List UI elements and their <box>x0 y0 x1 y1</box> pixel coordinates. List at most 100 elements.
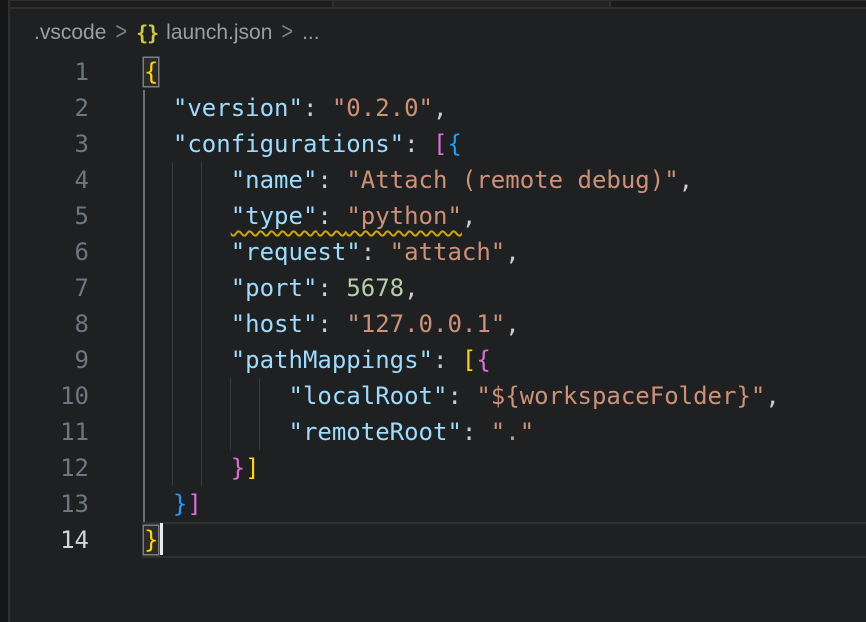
tab-3[interactable] <box>609 1 866 7</box>
text-cursor <box>160 523 163 555</box>
line-number[interactable]: 5 <box>12 198 89 234</box>
code-token: } <box>173 490 187 518</box>
code-token <box>144 310 231 338</box>
code-token: , <box>679 166 693 194</box>
code-lines: 1{2 "version": "0.2.0",3 "configurations… <box>12 54 866 558</box>
code-token: "127.0.0.1" <box>346 310 505 338</box>
code-line[interactable]: 5 "type": "python", <box>12 198 866 234</box>
tab-1[interactable] <box>10 1 332 7</box>
code-line[interactable]: 3 "configurations": [{ <box>12 126 866 162</box>
code-token: "." <box>491 418 534 446</box>
line-content: "host": "127.0.0.1", <box>144 306 866 342</box>
code-line[interactable]: 1{ <box>12 54 866 90</box>
code-token: "python" <box>346 202 462 230</box>
code-token: , <box>462 202 476 230</box>
editor-left-edge <box>0 0 10 622</box>
tab-2[interactable] <box>332 1 609 7</box>
line-content: "port": 5678, <box>144 270 866 306</box>
code-token: : <box>317 274 346 302</box>
code-token: , <box>404 274 418 302</box>
code-token <box>144 418 289 446</box>
code-token: : <box>447 382 476 410</box>
code-token: : <box>462 418 491 446</box>
json-file-icon: {} <box>136 21 158 45</box>
breadcrumb-item-symbol[interactable]: ... <box>302 21 320 45</box>
line-number[interactable]: 7 <box>12 270 89 306</box>
code-token: "type" <box>231 202 318 230</box>
line-number[interactable]: 6 <box>12 234 89 270</box>
line-number[interactable]: 2 <box>12 90 89 126</box>
line-number[interactable]: 14 <box>12 522 89 558</box>
code-token: "Attach (remote debug)" <box>346 166 678 194</box>
line-number[interactable]: 12 <box>12 450 89 486</box>
line-number[interactable]: 10 <box>12 378 89 414</box>
code-token: : <box>433 346 462 374</box>
editor: .vscode > {} launch.json > ... 1{2 "vers… <box>12 11 866 622</box>
line-number[interactable]: 8 <box>12 306 89 342</box>
line-content: }] <box>144 486 866 522</box>
code-token <box>144 166 231 194</box>
code-token: , <box>765 382 779 410</box>
breadcrumb-item-folder[interactable]: .vscode <box>34 21 106 45</box>
code-line[interactable]: 2 "version": "0.2.0", <box>12 90 866 126</box>
code-token: ] <box>187 490 201 518</box>
code-token: "${workspaceFolder}" <box>476 382 765 410</box>
line-content: "name": "Attach (remote debug)", <box>144 162 866 198</box>
code-token: "version" <box>173 94 303 122</box>
line-number[interactable]: 11 <box>12 414 89 450</box>
code-token: : <box>404 130 433 158</box>
code-token <box>144 202 231 230</box>
line-number[interactable]: 9 <box>12 342 89 378</box>
code-line[interactable]: 7 "port": 5678, <box>12 270 866 306</box>
code-line[interactable]: 12 }] <box>12 450 866 486</box>
code-line[interactable]: 8 "host": "127.0.0.1", <box>12 306 866 342</box>
code-line[interactable]: 9 "pathMappings": [{ <box>12 342 866 378</box>
line-content: "remoteRoot": "." <box>144 414 866 450</box>
breadcrumb-item-file[interactable]: launch.json <box>166 21 272 45</box>
code-token: : <box>303 94 332 122</box>
code-token <box>144 94 173 122</box>
line-content: { <box>144 54 866 90</box>
code-token: { <box>447 130 461 158</box>
code-token: "attach" <box>390 238 506 266</box>
line-number[interactable]: 4 <box>12 162 89 198</box>
code-line[interactable]: 10 "localRoot": "${workspaceFolder}", <box>12 378 866 414</box>
code-token: : <box>317 310 346 338</box>
code-token: , <box>505 238 519 266</box>
code-token: "port" <box>231 274 318 302</box>
code-token <box>144 346 231 374</box>
line-content: "type": "python", <box>144 198 866 234</box>
line-content: "request": "attach", <box>144 234 866 270</box>
code-token: ] <box>245 454 259 482</box>
code-line[interactable]: 6 "request": "attach", <box>12 234 866 270</box>
code-token <box>144 454 231 482</box>
code-token: [ <box>462 346 476 374</box>
line-number[interactable]: 13 <box>12 486 89 522</box>
code-line[interactable]: 13 }] <box>12 486 866 522</box>
matched-bracket: } <box>144 526 158 554</box>
code-token: "request" <box>231 238 361 266</box>
code-token: , <box>505 310 519 338</box>
line-content: "configurations": [{ <box>144 126 866 162</box>
code-token: : <box>361 238 390 266</box>
code-token: 5678 <box>346 274 404 302</box>
code-token: "configurations" <box>173 130 404 158</box>
code-token: , <box>433 94 447 122</box>
code-token: "name" <box>231 166 318 194</box>
chevron-right-icon: > <box>281 18 293 47</box>
line-content: "pathMappings": [{ <box>144 342 866 378</box>
line-number[interactable]: 1 <box>12 54 89 90</box>
line-number[interactable]: 3 <box>12 126 89 162</box>
code-token <box>144 238 231 266</box>
tab-bar <box>10 0 866 9</box>
code-line[interactable]: 11 "remoteRoot": "." <box>12 414 866 450</box>
chevron-right-icon: > <box>115 18 127 47</box>
code-token <box>144 274 231 302</box>
code-token <box>144 130 173 158</box>
code-line[interactable]: 14} <box>12 522 866 558</box>
code-line[interactable]: 4 "name": "Attach (remote debug)", <box>12 162 866 198</box>
line-content: "localRoot": "${workspaceFolder}", <box>144 378 866 414</box>
code-token: "0.2.0" <box>332 94 433 122</box>
code-token <box>144 382 289 410</box>
code-token: : <box>317 202 346 230</box>
